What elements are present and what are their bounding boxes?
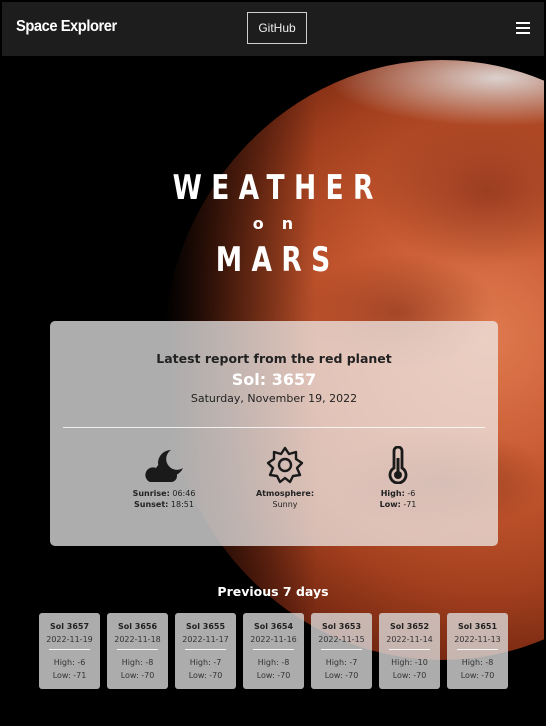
day-card[interactable]: Sol 3656 2022-11-18 High: -8 Low: -70 xyxy=(107,613,168,689)
day-low: Low: -70 xyxy=(256,671,291,680)
day-card[interactable]: Sol 3655 2022-11-17 High: -7 Low: -70 xyxy=(175,613,236,689)
day-date: 2022-11-17 xyxy=(182,635,229,644)
sunrise-label: Sunrise: xyxy=(132,489,170,498)
hero-title-mars: MARS xyxy=(215,240,340,280)
day-date: 2022-11-16 xyxy=(250,635,297,644)
day-divider xyxy=(185,649,226,650)
previous-days-title: Previous 7 days xyxy=(217,584,329,599)
latest-sol: Sol: 3657 xyxy=(231,370,317,389)
day-sol: Sol 3651 xyxy=(457,622,498,631)
day-low: Low: -70 xyxy=(120,671,155,680)
sun-icon xyxy=(266,446,304,484)
day-divider xyxy=(117,649,158,650)
day-high: High: -8 xyxy=(461,658,494,667)
day-high: High: -8 xyxy=(257,658,290,667)
latest-report-heading: Latest report from the red planet xyxy=(156,351,392,366)
day-divider xyxy=(457,649,498,650)
latest-date: Saturday, November 19, 2022 xyxy=(190,392,358,405)
day-card[interactable]: Sol 3657 2022-11-19 High: -6 Low: -71 xyxy=(39,613,100,689)
day-high: High: -7 xyxy=(325,658,358,667)
sunrise-value: 06:46 xyxy=(172,489,196,498)
day-high: High: -6 xyxy=(53,658,86,667)
hero-title-on: on xyxy=(252,214,312,233)
day-high: High: -8 xyxy=(121,658,154,667)
day-date: 2022-11-13 xyxy=(454,635,501,644)
sun-times-stat: Sunrise: 06:46 Sunset: 18:51 xyxy=(99,446,229,510)
day-high: High: -10 xyxy=(391,658,428,667)
day-sol: Sol 3654 xyxy=(253,622,294,631)
day-card[interactable]: Sol 3651 2022-11-13 High: -8 Low: -70 xyxy=(447,613,508,689)
day-sol: Sol 3656 xyxy=(117,622,158,631)
day-sol: Sol 3653 xyxy=(321,622,362,631)
day-card[interactable]: Sol 3652 2022-11-14 High: -10 Low: -70 xyxy=(379,613,440,689)
sunset-label: Sunset: xyxy=(134,500,169,509)
navbar: Space Explorer GitHub xyxy=(2,2,544,56)
low-label: Low: xyxy=(379,500,401,509)
atmosphere-stat: Atmosphere: Sunny xyxy=(220,446,350,510)
day-sol: Sol 3657 xyxy=(49,622,90,631)
thermometer-icon xyxy=(388,446,408,484)
day-high: High: -7 xyxy=(189,658,222,667)
day-date: 2022-11-18 xyxy=(114,635,161,644)
moon-cloud-icon xyxy=(145,450,183,482)
atmosphere-value: Sunny xyxy=(272,500,298,509)
day-sol: Sol 3652 xyxy=(389,622,430,631)
day-divider xyxy=(321,649,362,650)
hamburger-menu-icon[interactable] xyxy=(516,22,530,34)
latest-report-card: Latest report from the red planet Sol: 3… xyxy=(50,321,498,546)
day-card[interactable]: Sol 3654 2022-11-16 High: -8 Low: -70 xyxy=(243,613,304,689)
day-date: 2022-11-15 xyxy=(318,635,365,644)
day-low: Low: -70 xyxy=(188,671,223,680)
day-date: 2022-11-14 xyxy=(386,635,433,644)
sunset-value: 18:51 xyxy=(170,500,194,509)
hero-title-weather: WEATHER xyxy=(172,168,383,208)
day-sol: Sol 3655 xyxy=(185,622,226,631)
day-divider xyxy=(253,649,294,650)
high-value: -6 xyxy=(407,489,416,498)
low-value: -71 xyxy=(403,500,417,509)
temperature-stat: High: -6 Low: -71 xyxy=(333,446,463,510)
atmosphere-label: Atmosphere: xyxy=(255,489,315,498)
page: Space Explorer GitHub WEATHER on MARS La… xyxy=(2,2,544,724)
day-divider xyxy=(49,649,90,650)
card-divider xyxy=(63,427,485,428)
day-low: Low: -70 xyxy=(392,671,427,680)
day-low: Low: -71 xyxy=(52,671,87,680)
day-date: 2022-11-19 xyxy=(46,635,93,644)
day-divider xyxy=(389,649,430,650)
day-low: Low: -70 xyxy=(324,671,359,680)
high-label: High: xyxy=(380,489,405,498)
day-card[interactable]: Sol 3653 2022-11-15 High: -7 Low: -70 xyxy=(311,613,372,689)
github-button[interactable]: GitHub xyxy=(247,12,307,44)
brand-logo[interactable]: Space Explorer xyxy=(16,18,117,36)
previous-days-list: Sol 3657 2022-11-19 High: -6 Low: -71 So… xyxy=(39,613,511,689)
day-low: Low: -70 xyxy=(460,671,495,680)
